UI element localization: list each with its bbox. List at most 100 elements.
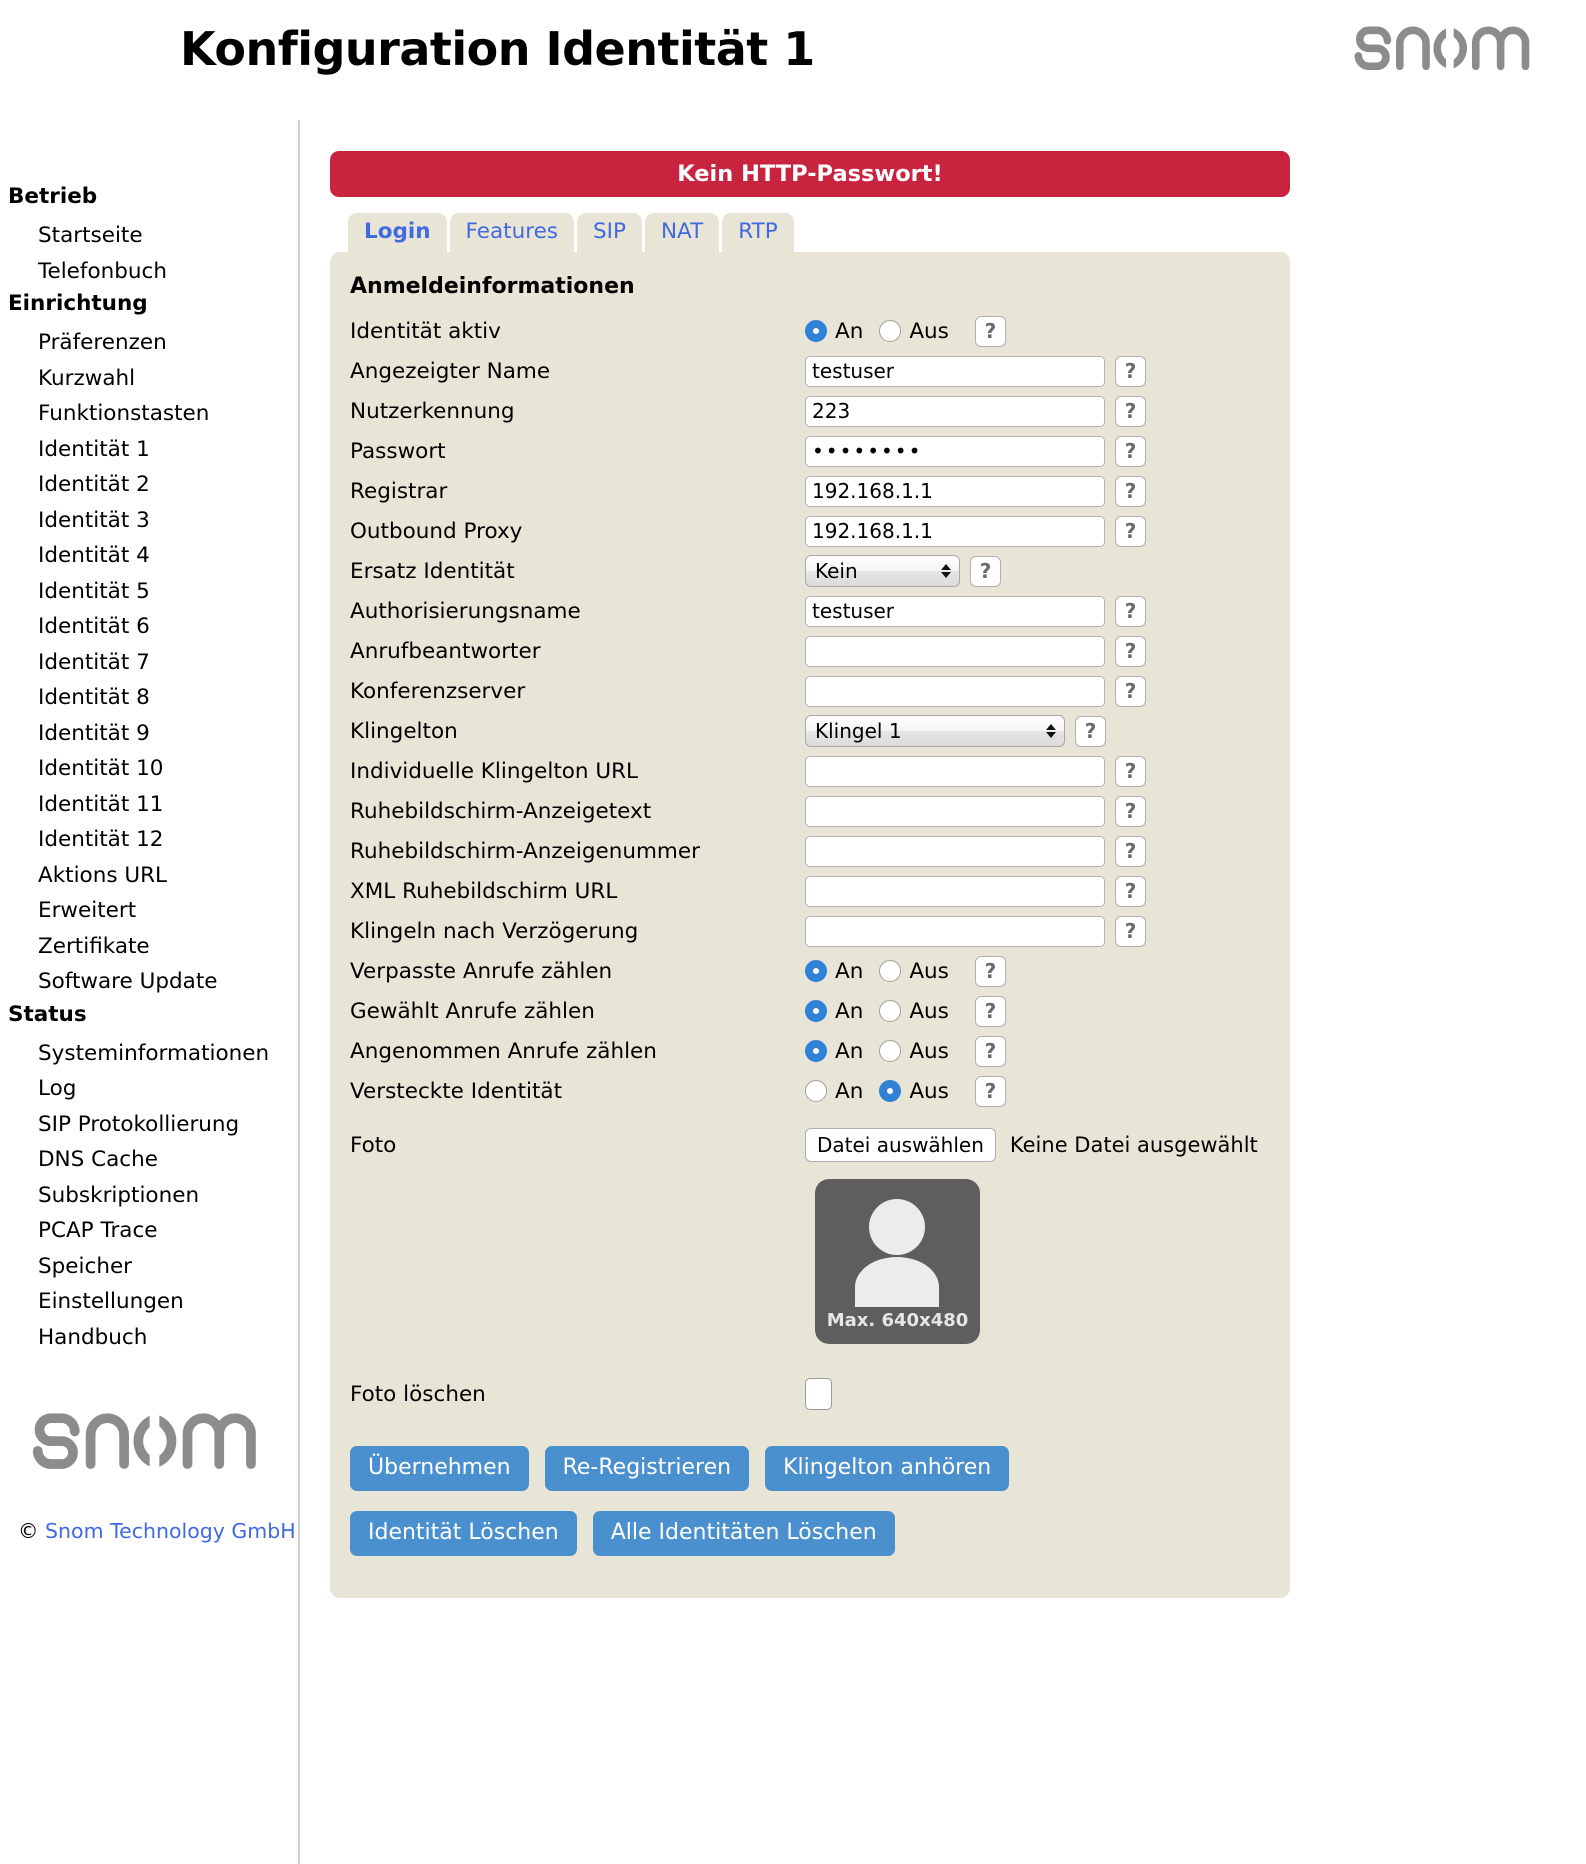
sidebar-item-erweitert[interactable]: Erweitert: [0, 893, 298, 929]
choose-file-button[interactable]: Datei auswählen: [805, 1128, 996, 1162]
row-identitaet-aktiv: Identität aktiv An Aus ?: [330, 311, 1290, 351]
sidebar-item-startseite[interactable]: Startseite: [0, 218, 298, 254]
input-xml-ruhebildschirm-url[interactable]: [805, 876, 1105, 907]
help-icon-konferenzserver[interactable]: ?: [1115, 676, 1146, 707]
tab-nat[interactable]: NAT: [645, 213, 719, 253]
input-registrar[interactable]: [805, 476, 1105, 507]
checkbox-foto-loeschen[interactable]: [805, 1378, 832, 1410]
help-icon-verpasste-anrufe-zaehlen[interactable]: ?: [975, 956, 1006, 987]
alert-banner-text: Kein HTTP-Passwort!: [677, 161, 943, 187]
sidebar-item-identitaet-7[interactable]: Identität 7: [0, 645, 298, 681]
sidebar-item-speicher[interactable]: Speicher: [0, 1249, 298, 1285]
klingelton-anhoeren-button[interactable]: Klingelton anhören: [765, 1446, 1009, 1491]
input-passwort[interactable]: [805, 436, 1105, 467]
alle-identitaeten-loeschen-button[interactable]: Alle Identitäten Löschen: [593, 1511, 895, 1556]
sidebar-item-handbuch[interactable]: Handbuch: [0, 1320, 298, 1356]
help-icon-authorisierungsname[interactable]: ?: [1115, 596, 1146, 627]
radio-gewaehlt-anrufe-aus[interactable]: Aus: [879, 999, 949, 1024]
row-registrar: Registrar ?: [330, 471, 1290, 511]
sidebar-item-systeminformationen[interactable]: Systeminformationen: [0, 1036, 298, 1072]
sidebar-item-identitaet-12[interactable]: Identität 12: [0, 822, 298, 858]
tab-sip[interactable]: SIP: [577, 213, 642, 253]
help-icon-klingeln-nach-verzoegerung[interactable]: ?: [1115, 916, 1146, 947]
body-wrapper: Betrieb Startseite Telefonbuch Einrichtu…: [0, 120, 1586, 1864]
radio-verpasste-anrufe-aus[interactable]: Aus: [879, 959, 949, 984]
radio-identitaet-aktiv-an[interactable]: An: [805, 319, 863, 344]
help-icon-gewaehlt-anrufe-zaehlen[interactable]: ?: [975, 996, 1006, 1027]
radio-dot-on-icon: [805, 960, 827, 982]
sidebar-item-kurzwahl[interactable]: Kurzwahl: [0, 361, 298, 397]
select-ersatz-identitaet[interactable]: Kein: [805, 555, 960, 587]
input-ruhebildschirm-anzeigenummer[interactable]: [805, 836, 1105, 867]
tab-login[interactable]: Login: [348, 213, 447, 253]
help-icon-klingelton[interactable]: ?: [1075, 716, 1106, 747]
help-icon-identitaet-aktiv[interactable]: ?: [975, 316, 1006, 347]
sidebar-item-sip-protokollierung[interactable]: SIP Protokollierung: [0, 1107, 298, 1143]
sidebar-item-identitaet-3[interactable]: Identität 3: [0, 503, 298, 539]
person-icon: [815, 1179, 980, 1307]
label-foto-loeschen: Foto löschen: [350, 1382, 805, 1407]
re-registrieren-button[interactable]: Re-Registrieren: [545, 1446, 750, 1491]
sidebar-item-software-update[interactable]: Software Update: [0, 964, 298, 1000]
uebernehmen-button[interactable]: Übernehmen: [350, 1446, 529, 1491]
help-icon-passwort[interactable]: ?: [1115, 436, 1146, 467]
input-konferenzserver[interactable]: [805, 676, 1105, 707]
label-konferenzserver: Konferenzserver: [350, 679, 805, 704]
input-klingeln-nach-verzoegerung[interactable]: [805, 916, 1105, 947]
help-icon-ruhebildschirm-anzeigetext[interactable]: ?: [1115, 796, 1146, 827]
help-icon-anrufbeantworter[interactable]: ?: [1115, 636, 1146, 667]
radio-gewaehlt-anrufe-an[interactable]: An: [805, 999, 863, 1024]
sidebar-item-subskriptionen[interactable]: Subskriptionen: [0, 1178, 298, 1214]
radio-angenommen-anrufe-an[interactable]: An: [805, 1039, 863, 1064]
radio-versteckte-identitaet-aus[interactable]: Aus: [879, 1079, 949, 1104]
radio-identitaet-aktiv-aus[interactable]: Aus: [879, 319, 949, 344]
sidebar-item-funktionstasten[interactable]: Funktionstasten: [0, 396, 298, 432]
sidebar-item-identitaet-8[interactable]: Identität 8: [0, 680, 298, 716]
sidebar-item-einstellungen[interactable]: Einstellungen: [0, 1284, 298, 1320]
input-angezeigter-name[interactable]: [805, 356, 1105, 387]
sidebar-item-aktions-url[interactable]: Aktions URL: [0, 858, 298, 894]
label-ruhebildschirm-anzeigenummer: Ruhebildschirm-Anzeigenummer: [350, 839, 805, 864]
help-icon-ersatz-identitaet[interactable]: ?: [970, 556, 1001, 587]
input-individuelle-klingelton-url[interactable]: [805, 756, 1105, 787]
sidebar-item-identitaet-2[interactable]: Identität 2: [0, 467, 298, 503]
tab-features[interactable]: Features: [450, 213, 574, 253]
sidebar-item-identitaet-4[interactable]: Identität 4: [0, 538, 298, 574]
input-nutzerkennung[interactable]: [805, 396, 1105, 427]
sidebar-item-pcap-trace[interactable]: PCAP Trace: [0, 1213, 298, 1249]
sidebar-item-identitaet-11[interactable]: Identität 11: [0, 787, 298, 823]
label-foto: Foto: [350, 1133, 805, 1158]
sidebar-item-log[interactable]: Log: [0, 1071, 298, 1107]
sidebar-item-identitaet-10[interactable]: Identität 10: [0, 751, 298, 787]
input-outbound-proxy[interactable]: [805, 516, 1105, 547]
sidebar-item-telefonbuch[interactable]: Telefonbuch: [0, 254, 298, 290]
radio-angenommen-anrufe-aus[interactable]: Aus: [879, 1039, 949, 1064]
sidebar-item-identitaet-9[interactable]: Identität 9: [0, 716, 298, 752]
sidebar-item-identitaet-1[interactable]: Identität 1: [0, 432, 298, 468]
sidebar-item-identitaet-5[interactable]: Identität 5: [0, 574, 298, 610]
help-icon-xml-ruhebildschirm-url[interactable]: ?: [1115, 876, 1146, 907]
radio-verpasste-anrufe-an[interactable]: An: [805, 959, 863, 984]
tab-rtp[interactable]: RTP: [722, 213, 793, 253]
input-ruhebildschirm-anzeigetext[interactable]: [805, 796, 1105, 827]
radio-versteckte-identitaet-an[interactable]: An: [805, 1079, 863, 1104]
radio-label-an: An: [835, 959, 863, 984]
help-icon-versteckte-identitaet[interactable]: ?: [975, 1076, 1006, 1107]
identitaet-loeschen-button[interactable]: Identität Löschen: [350, 1511, 577, 1556]
help-icon-angenommen-anrufe-zaehlen[interactable]: ?: [975, 1036, 1006, 1067]
help-icon-ruhebildschirm-anzeigenummer[interactable]: ?: [1115, 836, 1146, 867]
sidebar-item-praeferenzen[interactable]: Präferenzen: [0, 325, 298, 361]
help-icon-angezeigter-name[interactable]: ?: [1115, 356, 1146, 387]
sidebar-item-identitaet-6[interactable]: Identität 6: [0, 609, 298, 645]
help-icon-individuelle-klingelton-url[interactable]: ?: [1115, 756, 1146, 787]
sidebar-item-dns-cache[interactable]: DNS Cache: [0, 1142, 298, 1178]
sidebar-item-zertifikate[interactable]: Zertifikate: [0, 929, 298, 965]
copyright-link[interactable]: Snom Technology GmbH: [45, 1519, 296, 1543]
help-icon-nutzerkennung[interactable]: ?: [1115, 396, 1146, 427]
help-icon-outbound-proxy[interactable]: ?: [1115, 516, 1146, 547]
input-authorisierungsname[interactable]: [805, 596, 1105, 627]
section-heading: Anmeldeinformationen: [330, 274, 1290, 299]
help-icon-registrar[interactable]: ?: [1115, 476, 1146, 507]
select-klingelton[interactable]: Klingel 1: [805, 715, 1065, 747]
input-anrufbeantworter[interactable]: [805, 636, 1105, 667]
